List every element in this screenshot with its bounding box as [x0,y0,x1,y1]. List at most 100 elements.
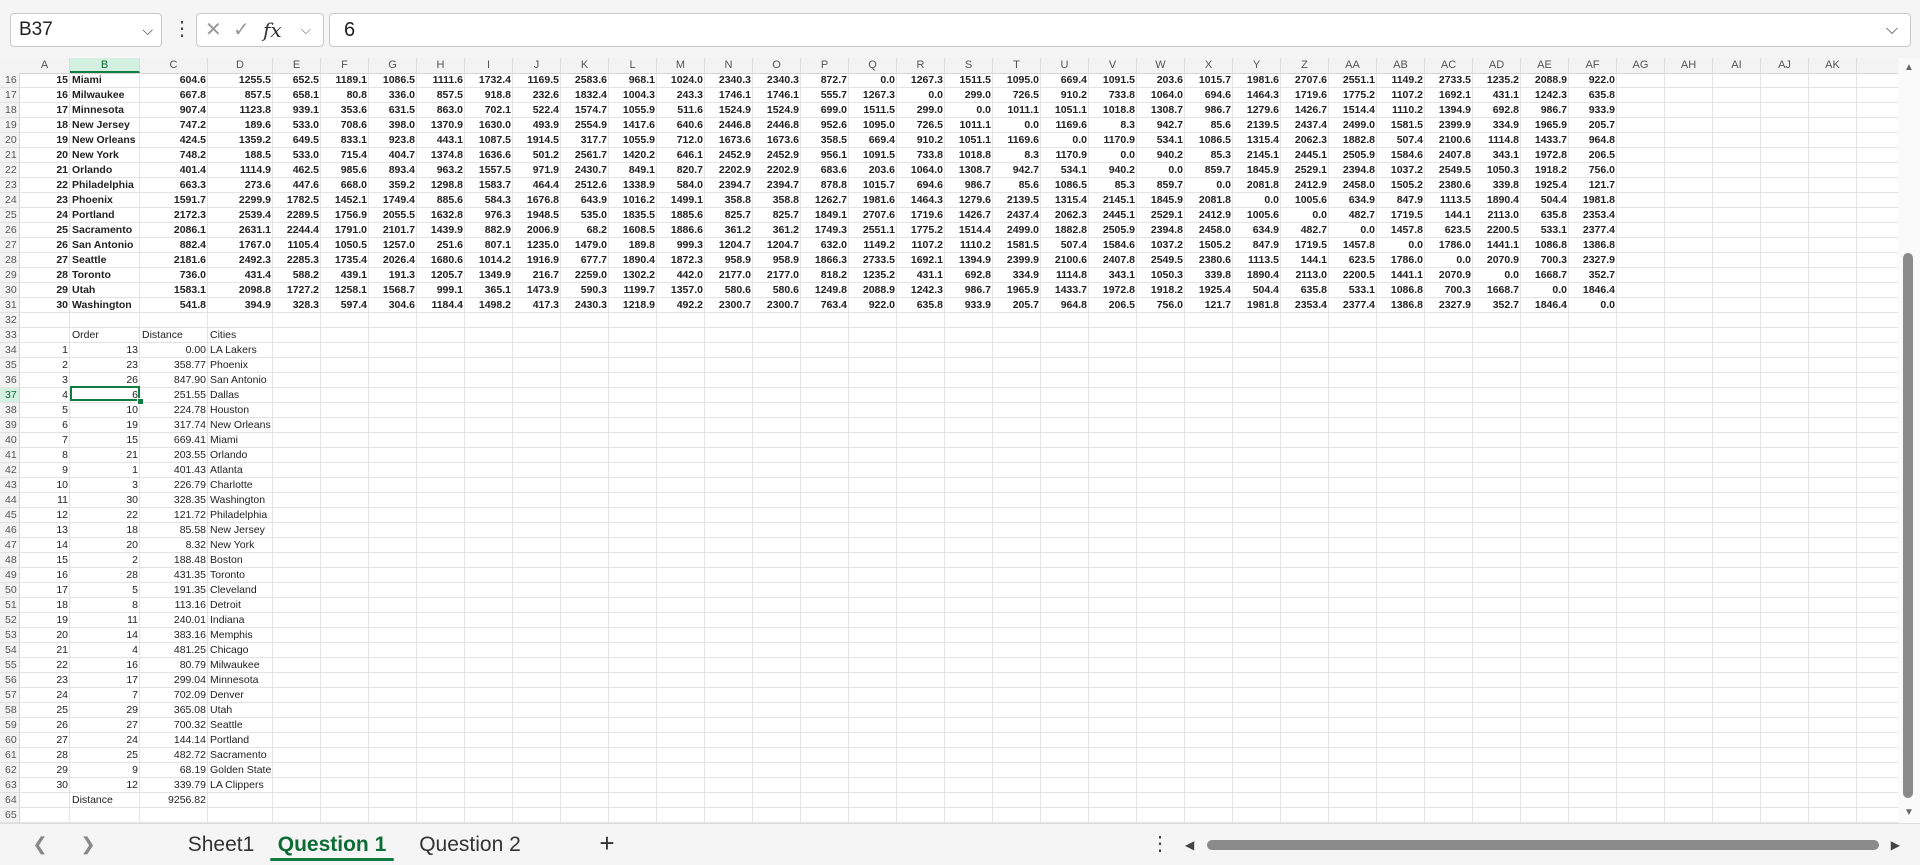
column-header-u[interactable]: U [1041,58,1089,73]
matrix-value-cell[interactable]: 1086.8 [1521,238,1569,253]
tour-distance-cell[interactable]: 339.79 [140,778,208,793]
matrix-value-cell[interactable]: 1374.8 [417,148,465,163]
matrix-value-cell[interactable]: 632.0 [801,238,849,253]
matrix-value-cell[interactable]: 0.0 [1089,148,1137,163]
matrix-value-cell[interactable]: 0.0 [1185,178,1233,193]
matrix-value-cell[interactable]: 1267.3 [897,73,945,88]
matrix-value-cell[interactable]: 353.6 [321,103,369,118]
matrix-value-cell[interactable]: 1257.0 [369,238,417,253]
matrix-value-cell[interactable]: 1673.6 [753,133,801,148]
row-header-22[interactable]: 22 [0,163,20,178]
matrix-value-cell[interactable]: 692.8 [945,268,993,283]
matrix-value-cell[interactable]: 1918.2 [1137,283,1185,298]
tab-sheet1[interactable]: Sheet1 [170,829,272,861]
matrix-value-cell[interactable]: 1464.3 [897,193,945,208]
matrix-value-cell[interactable]: 1916.9 [513,253,561,268]
tour-order-cell[interactable]: 4 [20,388,70,403]
tour-order-cell[interactable]: 5 [20,403,70,418]
matrix-value-cell[interactable]: 1051.1 [945,133,993,148]
matrix-value-cell[interactable]: 958.9 [753,253,801,268]
tour-index-cell[interactable]: 21 [70,448,140,463]
matrix-value-cell[interactable]: 643.9 [561,193,609,208]
matrix-value-cell[interactable]: 700.3 [1521,253,1569,268]
matrix-value-cell[interactable]: 1636.6 [465,148,513,163]
matrix-value-cell[interactable]: 1524.9 [753,103,801,118]
matrix-value-cell[interactable]: 0.0 [1521,283,1569,298]
insert-function-button[interactable]: fx [263,14,282,46]
matrix-value-cell[interactable]: 882.9 [465,223,513,238]
scroll-left-icon[interactable]: ◀ [1185,837,1194,853]
matrix-value-cell[interactable]: 1386.8 [1569,238,1617,253]
matrix-value-cell[interactable]: 2285.3 [273,253,321,268]
matrix-value-cell[interactable]: 939.1 [273,103,321,118]
matrix-value-cell[interactable]: 2101.7 [369,223,417,238]
tour-city-cell[interactable]: Sacramento [208,748,273,763]
tour-order-cell[interactable]: 29 [20,763,70,778]
tour-index-cell[interactable]: 29 [70,703,140,718]
matrix-value-cell[interactable]: 203.6 [849,163,897,178]
matrix-value-cell[interactable]: 1051.1 [1041,103,1089,118]
row-header-44[interactable]: 44 [0,493,20,508]
matrix-value-cell[interactable]: 0.0 [1281,208,1329,223]
tour-index-cell[interactable]: 12 [70,778,140,793]
matrix-value-cell[interactable]: 986.7 [1521,103,1569,118]
matrix-value-cell[interactable]: 1692.1 [1425,88,1473,103]
matrix-value-cell[interactable]: 2353.4 [1281,298,1329,313]
matrix-value-cell[interactable]: 534.1 [1041,163,1089,178]
matrix-value-cell[interactable]: 923.8 [369,133,417,148]
tour-index-cell[interactable]: 10 [70,403,140,418]
matrix-value-cell[interactable]: 424.5 [140,133,208,148]
matrix-value-cell[interactable]: 1018.8 [945,148,993,163]
matrix-value-cell[interactable]: 2380.6 [1425,178,1473,193]
matrix-value-cell[interactable]: 431.4 [208,268,273,283]
matrix-value-cell[interactable]: 1279.6 [1233,103,1281,118]
matrix-value-cell[interactable]: 1568.7 [369,283,417,298]
column-header-ab[interactable]: AB [1377,58,1425,73]
matrix-value-cell[interactable]: 910.2 [897,133,945,148]
matrix-value-cell[interactable]: 652.5 [273,73,321,88]
tour-index-cell[interactable]: 11 [70,613,140,628]
matrix-value-cell[interactable]: 1205.7 [417,268,465,283]
matrix-value-cell[interactable]: 533.0 [273,148,321,163]
matrix-value-cell[interactable]: 623.5 [1329,253,1377,268]
matrix-value-cell[interactable]: 0.0 [945,103,993,118]
matrix-value-cell[interactable]: 818.2 [801,268,849,283]
matrix-value-cell[interactable]: 2081.8 [1185,193,1233,208]
tour-city-cell[interactable]: Atlanta [208,463,273,478]
matrix-value-cell[interactable]: 940.2 [1089,163,1137,178]
column-header-w[interactable]: W [1137,58,1185,73]
matrix-value-cell[interactable]: 958.9 [705,253,753,268]
matrix-value-cell[interactable]: 1015.7 [849,178,897,193]
tour-city-cell[interactable]: Boston [208,553,273,568]
matrix-value-cell[interactable]: 431.1 [1473,88,1521,103]
matrix-value-cell[interactable]: 1338.9 [609,178,657,193]
matrix-value-cell[interactable]: 859.7 [1137,178,1185,193]
matrix-value-cell[interactable]: 1386.8 [1377,298,1425,313]
tour-order-cell[interactable]: 19 [20,613,70,628]
tour-distance-cell[interactable]: 251.55 [140,388,208,403]
tour-city-cell[interactable]: Memphis [208,628,273,643]
matrix-index-cell[interactable]: 20 [20,148,70,163]
matrix-value-cell[interactable]: 1349.9 [465,268,513,283]
matrix-value-cell[interactable]: 1050.3 [1473,163,1521,178]
matrix-value-cell[interactable]: 2505.9 [1089,223,1137,238]
column-header-ah[interactable]: AH [1665,58,1713,73]
matrix-value-cell[interactable]: 2549.5 [1425,163,1473,178]
matrix-value-cell[interactable]: 1630.0 [465,118,513,133]
matrix-value-cell[interactable]: 1882.8 [1041,223,1089,238]
matrix-value-cell[interactable]: 907.4 [140,103,208,118]
matrix-value-cell[interactable]: 1235.0 [513,238,561,253]
matrix-city-cell[interactable]: Miami [70,73,140,88]
matrix-value-cell[interactable]: 2070.9 [1473,253,1521,268]
matrix-value-cell[interactable]: 1845.9 [1233,163,1281,178]
tour-distance-cell[interactable]: 383.16 [140,628,208,643]
matrix-index-cell[interactable]: 25 [20,223,70,238]
matrix-value-cell[interactable]: 1262.7 [801,193,849,208]
tour-distance-cell[interactable]: 240.01 [140,613,208,628]
matrix-value-cell[interactable]: 507.4 [1377,133,1425,148]
total-distance[interactable]: 9256.82 [140,793,208,808]
matrix-value-cell[interactable]: 1170.9 [1089,133,1137,148]
matrix-value-cell[interactable]: 191.3 [369,268,417,283]
tour-distance-cell[interactable]: 328.35 [140,493,208,508]
matrix-value-cell[interactable]: 726.5 [993,88,1041,103]
